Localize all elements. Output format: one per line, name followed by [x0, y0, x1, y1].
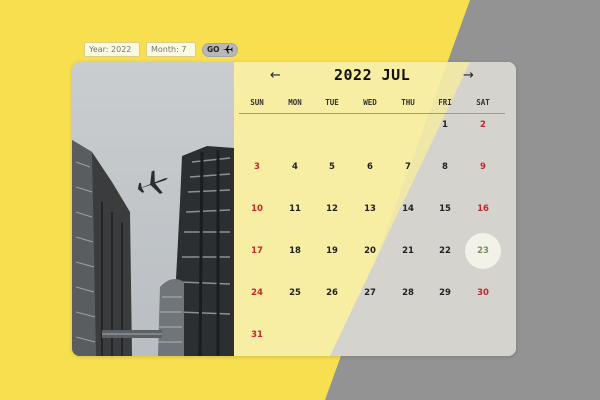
day-cell[interactable]: 14 [390, 204, 426, 214]
day-cell[interactable]: 18 [277, 246, 313, 256]
day-cell[interactable]: 24 [239, 288, 275, 298]
day-cell[interactable]: 19 [314, 246, 350, 256]
year-input[interactable] [84, 42, 140, 57]
go-label: GO [207, 45, 220, 54]
day-cell[interactable]: 11 [277, 204, 313, 214]
day-cell[interactable]: 10 [239, 204, 275, 214]
day-cell[interactable]: 13 [352, 204, 388, 214]
day-cell[interactable]: 6 [352, 162, 388, 172]
architecture-photo [72, 62, 234, 356]
date-controls: GO [84, 42, 238, 57]
calendar-panel: ← 2022 JUL → SUN MON TUE WED THU FRI SAT 12345… [234, 62, 516, 356]
day-cell[interactable]: 4 [277, 162, 313, 172]
go-button[interactable]: GO [202, 42, 238, 57]
weekday-sat: SAT [476, 98, 490, 107]
photo-panel [72, 62, 234, 356]
day-cell[interactable]: 12 [314, 204, 350, 214]
month-title: 2022 JUL [334, 66, 411, 84]
month-input[interactable] [146, 42, 196, 57]
weekday-wed: WED [363, 98, 377, 107]
day-cell[interactable]: 17 [239, 246, 275, 256]
weekday-sun: SUN [250, 98, 264, 107]
day-cell[interactable]: 15 [427, 204, 463, 214]
day-cell[interactable]: 16 [465, 204, 501, 214]
day-cell[interactable]: 9 [465, 162, 501, 172]
day-cell[interactable]: 22 [427, 246, 463, 256]
arrow-left-icon[interactable]: ← [270, 68, 281, 83]
day-cell[interactable]: 31 [239, 330, 275, 340]
day-cell[interactable]: 3 [239, 162, 275, 172]
weekday-fri: FRI [438, 98, 452, 107]
weekday-mon: MON [288, 98, 302, 107]
arrow-right-icon[interactable]: → [463, 68, 474, 83]
day-cell[interactable]: 2 [465, 120, 501, 130]
day-cell[interactable]: 26 [314, 288, 350, 298]
calendar-card: ← 2022 JUL → SUN MON TUE WED THU FRI SAT 12345… [72, 62, 516, 356]
day-cell[interactable]: 21 [390, 246, 426, 256]
day-cell[interactable]: 30 [465, 288, 501, 298]
day-cell[interactable]: 5 [314, 162, 350, 172]
day-cell[interactable]: 1 [427, 120, 463, 130]
day-cell[interactable]: 7 [390, 162, 426, 172]
day-cell[interactable]: 29 [427, 288, 463, 298]
day-cell-today[interactable]: 23 [465, 246, 501, 256]
weekday-divider [239, 113, 505, 114]
day-cell[interactable]: 28 [390, 288, 426, 298]
day-cell[interactable]: 25 [277, 288, 313, 298]
weekday-tue: TUE [325, 98, 339, 107]
day-cell[interactable]: 8 [427, 162, 463, 172]
airplane-icon [222, 45, 233, 54]
day-cell[interactable]: 27 [352, 288, 388, 298]
weekday-thu: THU [401, 98, 415, 107]
day-cell[interactable]: 20 [352, 246, 388, 256]
